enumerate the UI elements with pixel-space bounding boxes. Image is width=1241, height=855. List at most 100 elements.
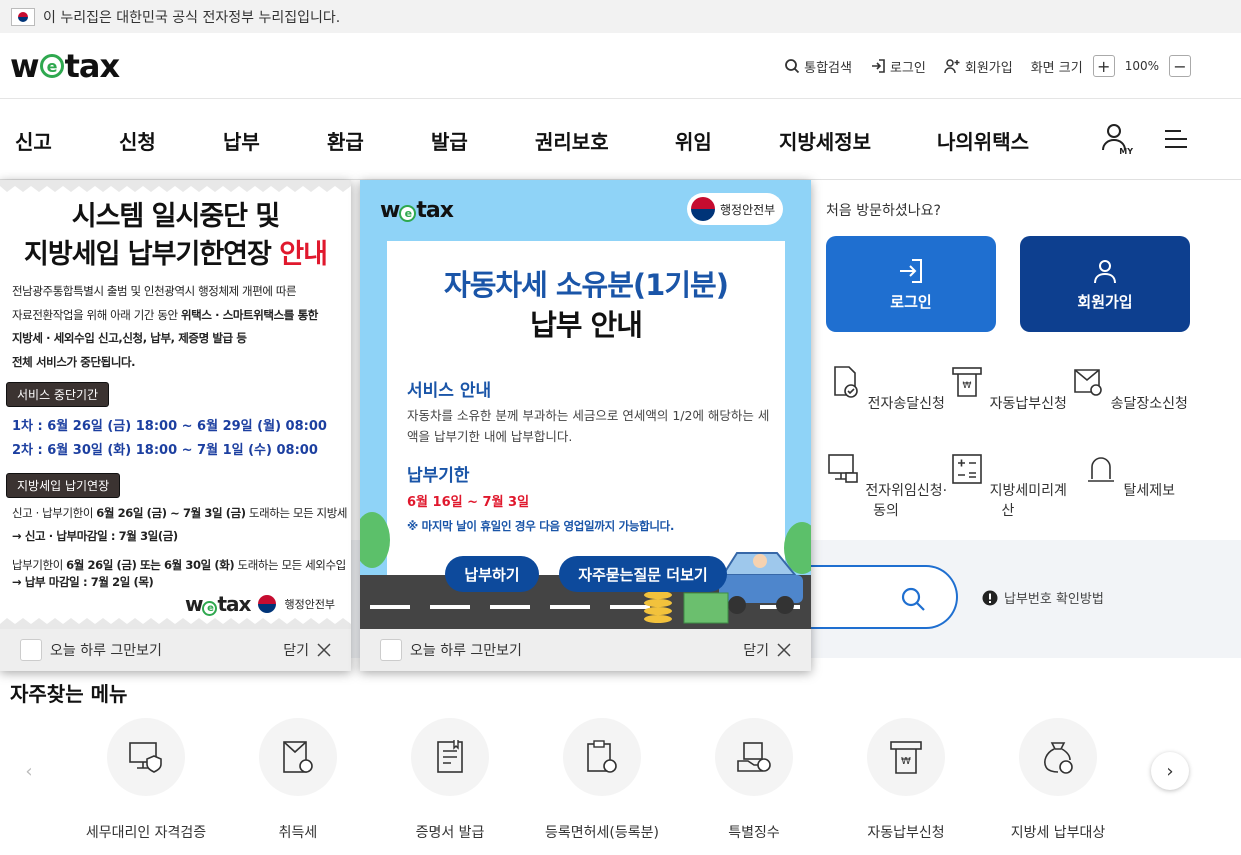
korea-flag-icon bbox=[11, 7, 35, 26]
road-dash bbox=[490, 605, 530, 609]
login-button[interactable]: 로그인 bbox=[826, 236, 996, 332]
envelope-won-icon bbox=[283, 741, 313, 773]
popup2-close-button[interactable]: 닫기 bbox=[743, 640, 791, 660]
car-tax-popup: w e tax 행정안전부 자동차세 소유분(1기분) 납부 안내 서비스 안내 자… bbox=[360, 180, 811, 671]
nav-item-refund[interactable]: 환급 bbox=[327, 126, 364, 155]
nav-item-my-wetax[interactable]: 나의위택스 bbox=[937, 126, 1029, 155]
fav-registration-license-tax[interactable]: 등록면허세(등록분) bbox=[527, 718, 677, 842]
zoom-out-button[interactable]: − bbox=[1169, 55, 1191, 77]
quick-label: 자동납부신청 bbox=[989, 396, 1067, 412]
quick-electronic-delegation[interactable]: 전자위임신청·동의 bbox=[821, 451, 951, 520]
search-icon[interactable] bbox=[900, 586, 926, 612]
quick-electronic-delivery[interactable]: 전자송달신청 bbox=[821, 364, 951, 413]
popup1-title-line2-red: 안내 bbox=[279, 239, 328, 270]
quick-label: 탈세제보 bbox=[1123, 483, 1175, 499]
main-navigation: 신고 신청 납부 환급 발급 권리보호 위임 지방세정보 나의위택스 MY bbox=[0, 100, 1241, 180]
quick-delivery-address[interactable]: 송달장소신청 bbox=[1064, 364, 1194, 413]
fav-special-withholding[interactable]: 특별징수 bbox=[679, 718, 829, 842]
wetax-logo[interactable]: w e tax bbox=[10, 47, 120, 85]
fav-tax-agent-verify[interactable]: 세무대리인 자격검증 bbox=[71, 718, 221, 842]
outage-schedule-2: 2차 : 6월 30일 (화) 18:00 ~ 7월 1일 (수) 08:00 bbox=[12, 443, 318, 458]
nav-item-delegate[interactable]: 위임 bbox=[675, 126, 712, 155]
login-icon bbox=[900, 258, 922, 283]
header-utils: 통합검색 로그인 회원가입 화면 크기 + 100% − bbox=[784, 55, 1191, 77]
signup-link[interactable]: 회원가입 bbox=[944, 57, 1013, 76]
popup2-close-label: 닫기 bbox=[743, 643, 769, 659]
fav-local-tax-payment-target[interactable]: 지방세 납부대상 bbox=[983, 718, 1133, 842]
popup1-title-line2-main: 지방세입 납부기한연장 bbox=[24, 239, 280, 270]
menu-icon[interactable] bbox=[1163, 128, 1189, 150]
quick-tax-calculator[interactable]: 지방세미리계산 bbox=[943, 451, 1073, 520]
pay-button[interactable]: 납부하기 bbox=[445, 556, 539, 592]
road-dash bbox=[370, 605, 410, 609]
header: w e tax 통합검색 로그인 회원가입 화면 크기 + 100% − bbox=[0, 33, 1241, 99]
side-panel: 처음 방문하셨나요? 로그인 회원가입 전자송달신청 ₩ 자동납부신청 송달장소… bbox=[826, 200, 1206, 519]
quick-tax-evasion-report[interactable]: 탈세제보 bbox=[1064, 451, 1194, 500]
search-icon bbox=[785, 59, 800, 74]
close-icon bbox=[317, 643, 331, 657]
my-page-button[interactable]: MY bbox=[1101, 122, 1133, 156]
fav-acquisition-tax[interactable]: 취득세 bbox=[223, 718, 373, 842]
quick-label: 송달장소신청 bbox=[1110, 396, 1188, 412]
popup1-ministry: 행정안전부 bbox=[284, 598, 336, 611]
nav-item-local-tax-info[interactable]: 지방세정보 bbox=[779, 126, 871, 155]
my-label: MY bbox=[1119, 147, 1133, 156]
clipboard-won-icon bbox=[587, 740, 617, 773]
popup2-ministry: 행정안전부 bbox=[720, 202, 776, 217]
payment-number-help-link[interactable]: 납부번호 확인방법 bbox=[982, 588, 1104, 607]
payment-number-help-label: 납부번호 확인방법 bbox=[1004, 592, 1104, 607]
favorites-next-button[interactable]: › bbox=[1151, 752, 1189, 790]
nav-item-issue[interactable]: 발급 bbox=[431, 126, 468, 155]
zoom-in-button[interactable]: + bbox=[1092, 55, 1115, 77]
quick-auto-payment[interactable]: ₩ 자동납부신청 bbox=[943, 364, 1073, 413]
fav-certificate-issue[interactable]: 증명서 발급 bbox=[375, 718, 525, 842]
favorites-prev-button[interactable]: ‹ bbox=[10, 752, 48, 790]
nav-item-rights[interactable]: 권리보호 bbox=[535, 126, 609, 155]
login-button-label: 로그인 bbox=[890, 292, 932, 311]
popup1-close-button[interactable]: 닫기 bbox=[283, 640, 331, 660]
outage-period-tag: 서비스 중단기간 bbox=[6, 382, 110, 407]
svg-text:₩: ₩ bbox=[901, 756, 911, 767]
tree-left-illustration bbox=[360, 512, 390, 568]
extension-local-tax: 신고 · 납부기한이 6월 26일 (금) ~ 7월 3일 (금) 도래하는 모… bbox=[12, 505, 348, 521]
popup1-footer: 오늘 하루 그만보기 닫기 bbox=[0, 629, 351, 671]
fav-icon-wrap bbox=[411, 718, 489, 796]
signup-button[interactable]: 회원가입 bbox=[1020, 236, 1190, 332]
extension-non-tax-deadline: → 납부 마감일 : 7월 2일 (목) bbox=[12, 575, 154, 589]
nav-item-apply[interactable]: 신청 bbox=[119, 126, 156, 155]
road-dash bbox=[550, 605, 590, 609]
siren-icon bbox=[1088, 457, 1114, 482]
user-icon bbox=[1094, 259, 1116, 283]
popup1-title-line1: 시스템 일시중단 및 bbox=[71, 201, 281, 232]
service-info-heading: 서비스 안내 bbox=[407, 381, 492, 401]
popup1-no-today-checkbox[interactable] bbox=[20, 639, 42, 661]
nav-item-report[interactable]: 신고 bbox=[15, 126, 52, 155]
fav-label: 등록면허세(등록분) bbox=[545, 825, 659, 841]
ext-bold: 6월 26일 (금) 또는 6월 30일 (화) bbox=[66, 558, 235, 572]
nav-item-pay[interactable]: 납부 bbox=[223, 126, 260, 155]
gnb-actions: MY bbox=[1101, 122, 1189, 156]
money-bag-icon bbox=[1044, 742, 1073, 774]
calculator-icon bbox=[952, 454, 982, 484]
fav-icon-wrap bbox=[259, 718, 337, 796]
popup2-no-today-checkbox[interactable] bbox=[380, 639, 402, 661]
search-link[interactable]: 통합검색 bbox=[784, 57, 852, 76]
login-link[interactable]: 로그인 bbox=[870, 57, 926, 76]
ministry-emblem-icon bbox=[258, 595, 277, 613]
fav-auto-payment[interactable]: ₩ 자동납부신청 bbox=[831, 718, 981, 842]
popup2-title-line1: 자동차세 소유분(1기분) bbox=[444, 268, 729, 302]
fav-icon-wrap bbox=[107, 718, 185, 796]
popup2-content: w e tax 행정안전부 자동차세 소유분(1기분) 납부 안내 서비스 안내 자… bbox=[360, 180, 811, 629]
fav-icon-wrap: ₩ bbox=[867, 718, 945, 796]
fav-label: 자동납부신청 bbox=[867, 825, 945, 841]
popup2-no-today-label[interactable]: 오늘 하루 그만보기 bbox=[410, 640, 522, 660]
screen-size-label: 화면 크기 bbox=[1030, 60, 1083, 76]
zoom-value: 100% bbox=[1124, 59, 1159, 73]
login-icon bbox=[871, 59, 885, 73]
svg-text:₩: ₩ bbox=[963, 381, 972, 391]
faq-button[interactable]: 자주묻는질문 더보기 bbox=[559, 556, 727, 592]
popup1-description: 전남광주통합특별시 출범 및 인천광역시 행정체제 개편에 따른 자료전환작업을… bbox=[12, 280, 342, 374]
popup1-no-today-label[interactable]: 오늘 하루 그만보기 bbox=[50, 640, 162, 660]
popup1-desc-bold: 위택스 · 스마트위택스를 통한 bbox=[180, 307, 318, 322]
popup2-footer: 오늘 하루 그만보기 닫기 bbox=[360, 629, 811, 671]
